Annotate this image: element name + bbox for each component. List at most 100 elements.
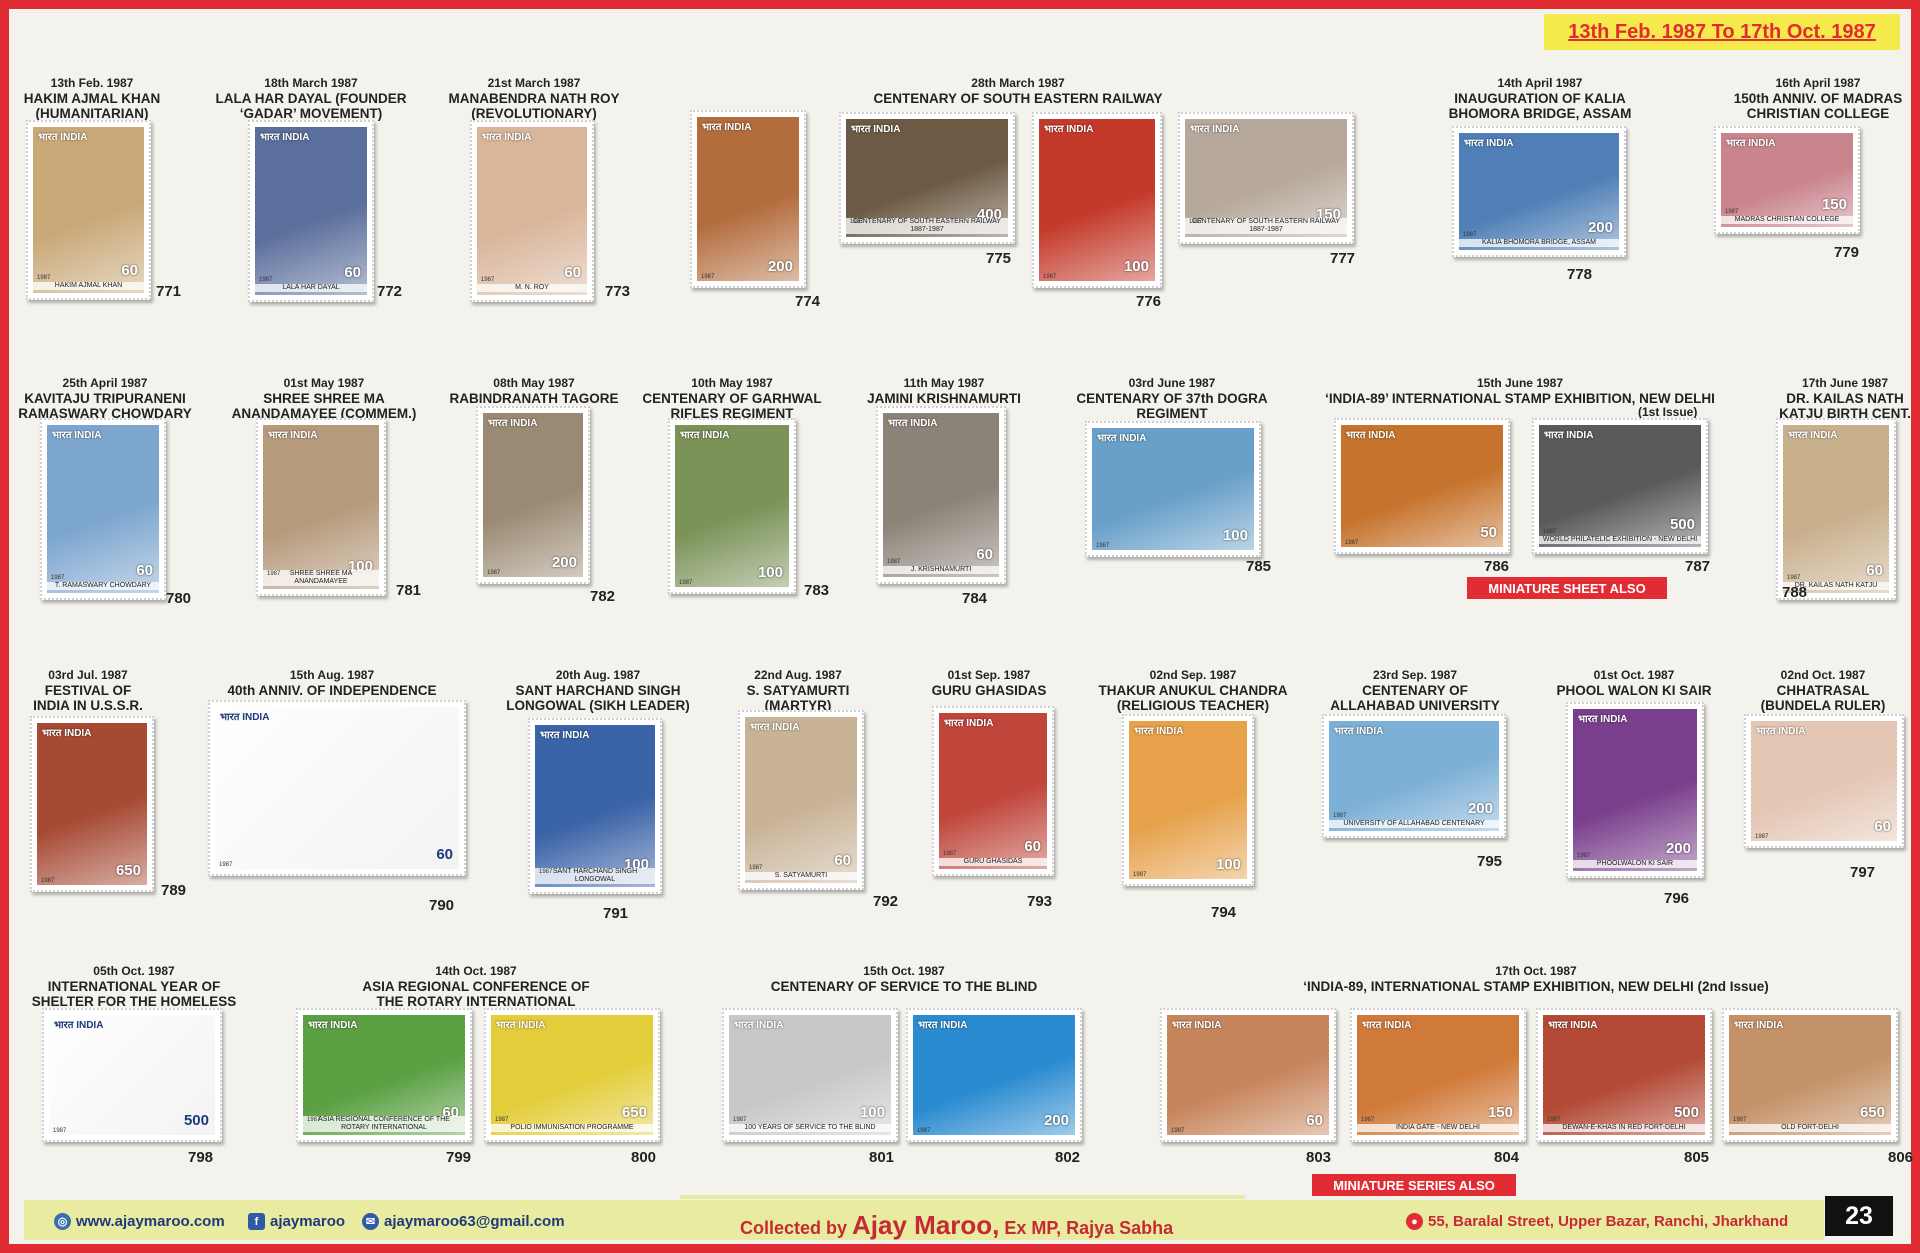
stamp-caption: T. RAMASWARY CHOWDARY bbox=[47, 582, 159, 590]
stamp-year: 1987 bbox=[267, 571, 281, 577]
stamp-image: भारत INDIA 200 1987 bbox=[913, 1015, 1075, 1135]
email-link[interactable]: ajaymaroo63@gmail.com bbox=[384, 1213, 565, 1230]
issue-date: 15th June 1987 bbox=[1476, 376, 1564, 390]
stamp-value: 100 bbox=[757, 564, 783, 581]
stamp-value: 60 bbox=[1306, 1112, 1323, 1129]
facebook-handle[interactable]: ajaymaroo bbox=[270, 1213, 345, 1230]
stamp-value: 200 bbox=[1467, 800, 1493, 817]
issue-title-line: THE ROTARY INTERNATIONAL bbox=[376, 994, 576, 1009]
stamp-year: 1987 bbox=[1733, 1117, 1747, 1123]
stamp-year: 1987 bbox=[1787, 575, 1801, 581]
stamp-catalogue-number: 794 bbox=[1211, 904, 1237, 921]
stamp-image: भारत INDIA 60 HAKIM AJMAL KHAN 1987 bbox=[33, 127, 144, 293]
stamp-country-label: भारत INDIA bbox=[1134, 726, 1184, 737]
footer-facebook[interactable]: f ajaymaroo bbox=[248, 1213, 345, 1230]
stamp-caption: WORLD PHILATELIC EXHIBITION - NEW DELHI bbox=[1539, 536, 1701, 544]
stamp-caption: SANT HARCHAND SINGH LONGOWAL bbox=[535, 868, 655, 884]
stamp-country-label: भारत INDIA bbox=[680, 430, 730, 441]
footer-website[interactable]: ◎ www.ajaymaroo.com bbox=[54, 1213, 225, 1230]
issue-title-line: GURU GHASIDAS bbox=[931, 683, 1047, 698]
issue-title: JAMINI KRISHNAMURTI bbox=[867, 391, 1021, 406]
issue-heading: 28th March 1987 CENTENARY OF SOUTH EASTER… bbox=[873, 76, 1162, 106]
issue-heading: 14th Oct. 1987 ASIA REGIONAL CONFERENCE O… bbox=[362, 964, 589, 1009]
stamp-caption: POLIO IMMUNISATION PROGRAMME bbox=[491, 1124, 653, 1132]
issue-date: 22nd Aug. 1987 bbox=[754, 668, 842, 682]
stamp-country-label: भारत INDIA bbox=[888, 418, 938, 429]
stamp-800: भारत INDIA 650 POLIO IMMUNISATION PROGRAMM… bbox=[484, 1008, 660, 1142]
stamp-774: भारत INDIA 200 1987 bbox=[690, 110, 806, 288]
stamp-country-label: भारत INDIA bbox=[482, 132, 532, 143]
stamp-country-label: भारत INDIA bbox=[1756, 726, 1806, 737]
stamp-year: 1987 bbox=[219, 862, 233, 868]
issue-title: ‘INDIA-89, INTERNATIONAL STAMP EXHIBITIO… bbox=[1303, 979, 1769, 994]
stamp-image: भारत INDIA 200 1987 bbox=[483, 413, 583, 577]
issue-title-line: 150th ANNIV. OF MADRAS bbox=[1733, 91, 1903, 106]
page-number: 23 bbox=[1825, 1196, 1893, 1236]
stamp-785: भारत INDIA 100 1987 bbox=[1085, 421, 1261, 557]
issue-title-line: ‘INDIA-89’ INTERNATIONAL STAMP EXHIBITIO… bbox=[1325, 391, 1715, 406]
issue-title-line: SANT HARCHAND SINGH bbox=[515, 683, 681, 698]
issue-heading: 23rd Sep. 1987 CENTENARY OF ALLAHABAD UNIV… bbox=[1330, 668, 1500, 713]
issue-title: CENTENARY OF SERVICE TO THE BLIND bbox=[771, 979, 1038, 994]
stamp-image: भारत INDIA 650 OLD FORT-DELHI 1987 bbox=[1729, 1015, 1891, 1135]
stamp-country-label: भारत INDIA bbox=[1190, 124, 1240, 135]
stamp-country-label: भारत INDIA bbox=[268, 430, 318, 441]
stamp-image: भारत INDIA 100 1987 bbox=[675, 425, 789, 587]
stamp-image: भारत INDIA 60 M. N. ROY 1987 bbox=[477, 127, 587, 295]
stamp-catalogue-number: 772 bbox=[377, 283, 403, 300]
stamp-catalogue-number: 797 bbox=[1850, 864, 1876, 881]
footer-email[interactable]: ✉ ajaymaroo63@gmail.com bbox=[362, 1213, 565, 1230]
stamp-year: 1987 bbox=[1547, 1117, 1561, 1123]
stamp-791: भारत INDIA 100 SANT HARCHAND SINGH LONGOWA… bbox=[528, 718, 662, 894]
stamp-798: भारत INDIA 500 1987 bbox=[42, 1008, 222, 1142]
issue-date: 02nd Oct. 1987 bbox=[1780, 668, 1866, 682]
stamp-country-label: भारत INDIA bbox=[496, 1020, 546, 1031]
stamp-784: भारत INDIA 60 J. KRISHNAMURTI 1987 bbox=[876, 406, 1006, 584]
issue-title-line: JAMINI KRISHNAMURTI bbox=[867, 391, 1021, 406]
stamp-793: भारत INDIA 60 GURU GHASIDAS 1987 bbox=[932, 706, 1054, 876]
stamp-792: भारत INDIA 60 S. SATYAMURTI 1987 bbox=[738, 710, 864, 890]
stamp-image: भारत INDIA 150 CENTENARY OF SOUTH EASTERN … bbox=[1185, 119, 1347, 237]
issue-title: THAKUR ANUKUL CHANDRA (RELIGIOUS TEACHER) bbox=[1099, 683, 1288, 713]
stamp-777: भारत INDIA 150 CENTENARY OF SOUTH EASTERN … bbox=[1178, 112, 1354, 244]
stamp-image: भारत INDIA 60 S. SATYAMURTI 1987 bbox=[745, 717, 857, 883]
issue-heading: 03rd June 1987 CENTENARY OF 37th DOGRA REG… bbox=[1076, 376, 1267, 421]
stamp-catalogue-number: 801 bbox=[869, 1149, 895, 1166]
date-range-banner: 13th Feb. 1987 To 17th Oct. 1987 bbox=[1544, 14, 1900, 50]
stamp-year: 1987 bbox=[1463, 232, 1477, 238]
issue-title-line: DR. KAILAS NATH bbox=[1786, 391, 1904, 406]
stamp-image: भारत INDIA 500 DEWAN-E-KHAS IN RED FORT-DE… bbox=[1543, 1015, 1705, 1135]
stamp-country-label: भारत INDIA bbox=[1578, 714, 1628, 725]
stamp-value: 200 bbox=[551, 554, 577, 571]
stamp-image: भारत INDIA 60 LALA HAR DAYAL 1987 bbox=[255, 127, 367, 295]
stamp-catalogue-number: 783 bbox=[804, 582, 830, 599]
issue-title: GURU GHASIDAS bbox=[932, 683, 1047, 698]
stamp-image: भारत INDIA 650 1987 bbox=[37, 723, 147, 885]
stamp-year: 1987 bbox=[495, 1117, 509, 1123]
issue-title-line: REGIMENT bbox=[1136, 406, 1208, 421]
issue-title: ASIA REGIONAL CONFERENCE OF THE ROTARY IN… bbox=[362, 979, 589, 1009]
issue-title: 150th ANNIV. OF MADRAS CHRISTIAN COLLEGE bbox=[1734, 91, 1903, 121]
collected-prefix: Collected by bbox=[740, 1218, 853, 1238]
issue-title-line: RABINDRANATH TAGORE bbox=[449, 391, 619, 406]
stamp-catalogue-number: 781 bbox=[396, 582, 422, 599]
issue-title: CENTENARY OF 37th DOGRA REGIMENT bbox=[1076, 391, 1267, 421]
stamp-year: 1987 bbox=[749, 865, 763, 871]
stamp-catalogue-number: 777 bbox=[1330, 250, 1356, 267]
issue-title: LALA HAR DAYAL (FOUNDER ‘GADAR’ MOVEMENT) bbox=[215, 91, 406, 121]
website-link[interactable]: www.ajaymaroo.com bbox=[76, 1213, 225, 1230]
stamp-country-label: भारत INDIA bbox=[488, 418, 538, 429]
issue-heading: 10th May 1987 CENTENARY OF GARHWAL RIFLES … bbox=[642, 376, 821, 421]
issue-title-line: CENTENARY OF 37th DOGRA bbox=[1076, 391, 1268, 406]
stamp-year: 1987 bbox=[487, 570, 501, 576]
stamp-caption: SHREE SHREE MA ANANDAMAYEE bbox=[263, 570, 379, 586]
issue-date: 01st Sep. 1987 bbox=[947, 668, 1031, 682]
stamp-caption: ASIA REGIONAL CONFERENCE OF THE ROTARY I… bbox=[303, 1116, 465, 1132]
stamp-795: भारत INDIA 200 UNIVERSITY OF ALLAHABAD CEN… bbox=[1322, 714, 1506, 838]
issue-heading: 13th Feb. 1987 HAKIM AJMAL KHAN (HUMANITAR… bbox=[24, 76, 161, 121]
stamp-country-label: भारत INDIA bbox=[1334, 726, 1384, 737]
stamp-image: भारत INDIA 100 1987 bbox=[1039, 119, 1155, 281]
stamp-value: 650 bbox=[1859, 1104, 1885, 1121]
stamp-image: भारत INDIA 500 1987 bbox=[49, 1015, 215, 1135]
stamp-image: भारत INDIA 200 PHOOLWALON KI SAIR 1987 bbox=[1573, 709, 1697, 871]
